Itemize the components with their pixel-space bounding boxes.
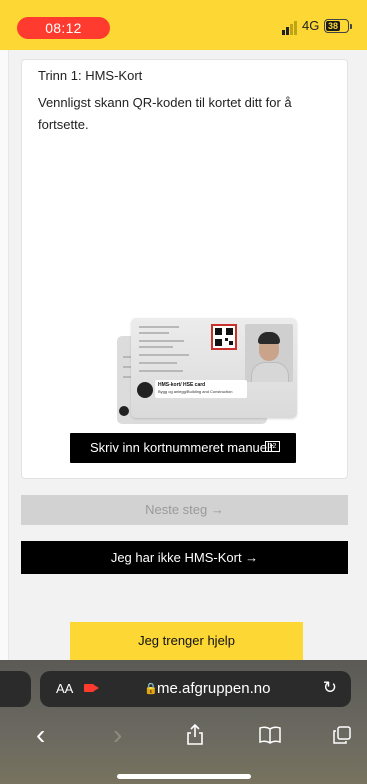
home-indicator[interactable] xyxy=(117,774,251,779)
step-title: Trinn 1: HMS-Kort xyxy=(38,68,143,83)
browser-nav: ‹ › xyxy=(0,720,367,750)
left-edge xyxy=(0,50,9,660)
battery-level: 38 xyxy=(326,21,340,31)
scan-card: Trinn 1: HMS-Kort Vennligst skann QR-kod… xyxy=(21,59,348,479)
signal-icon xyxy=(282,21,297,35)
bookmarks-icon[interactable] xyxy=(259,720,281,753)
forward-icon[interactable]: › xyxy=(113,720,122,750)
tabs-icon[interactable] xyxy=(333,720,351,753)
lock-icon: 🔒 xyxy=(144,683,158,695)
text-size-button[interactable]: AA xyxy=(56,681,73,696)
previous-tab-stub[interactable] xyxy=(0,671,31,707)
status-bar: 08:12 4G 38 xyxy=(0,0,367,50)
url-text[interactable]: me.afgruppen.no xyxy=(157,680,270,697)
keyboard-icon: 12 xyxy=(265,441,280,452)
card-subtitle: Bygg og anlegg/Building and Construction xyxy=(158,389,233,394)
hms-card-front: HMS-kort/ HSE card Bygg og anlegg/Buildi… xyxy=(131,318,297,418)
qr-code-icon xyxy=(211,324,237,350)
card-title: HMS-kort/ HSE card xyxy=(158,382,206,388)
battery-icon: 38 xyxy=(324,19,352,33)
browser-toolbar: AA 🔒 me.afgruppen.no ↻ ‹ › xyxy=(0,660,367,784)
manual-entry-button[interactable]: Skriv inn kortnummeret manuelt 12 xyxy=(70,433,296,463)
help-button[interactable]: Jeg trenger hjelp xyxy=(70,622,303,660)
no-hms-card-button[interactable]: Jeg har ikke HMS-Kort → xyxy=(21,541,348,574)
hms-card-illustration: Arbeidstilsynet HMS-k xyxy=(117,318,297,426)
hse-logo-icon xyxy=(137,382,153,398)
step-description: Vennligst skann QR-koden til kortet ditt… xyxy=(38,95,292,132)
next-step-button[interactable]: Neste steg → xyxy=(21,495,348,525)
back-icon[interactable]: ‹ xyxy=(36,720,45,750)
arbeidstilsynet-logo-icon xyxy=(119,406,129,416)
share-icon[interactable] xyxy=(186,720,204,755)
reload-icon[interactable]: ↻ xyxy=(323,678,337,698)
network-type: 4G xyxy=(302,18,320,33)
card-photo xyxy=(245,324,293,382)
address-bar[interactable]: AA 🔒 me.afgruppen.no ↻ xyxy=(40,671,351,707)
manual-entry-label: Skriv inn kortnummeret manuelt xyxy=(90,440,274,455)
camera-recording-icon xyxy=(84,684,99,692)
status-time[interactable]: 08:12 xyxy=(17,17,110,39)
